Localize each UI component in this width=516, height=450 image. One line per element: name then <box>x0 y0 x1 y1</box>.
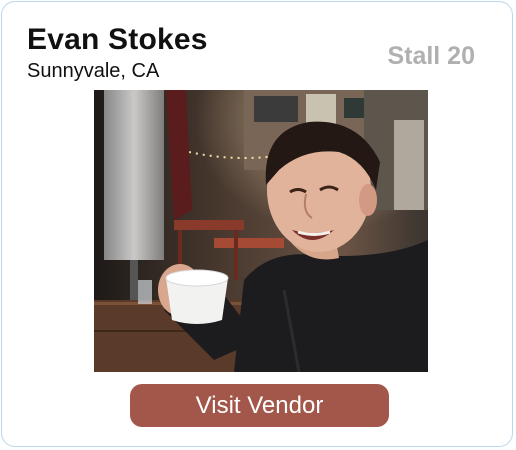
visit-vendor-button[interactable]: Visit Vendor <box>130 384 389 427</box>
vendor-photo <box>94 90 428 372</box>
vendor-location: Sunnyvale, CA <box>27 60 160 82</box>
vendor-name: Evan Stokes <box>27 23 208 56</box>
vendor-card: Evan Stokes Sunnyvale, CA Stall 20 Visit… <box>1 1 513 447</box>
stall-number: Stall 20 <box>387 42 475 70</box>
